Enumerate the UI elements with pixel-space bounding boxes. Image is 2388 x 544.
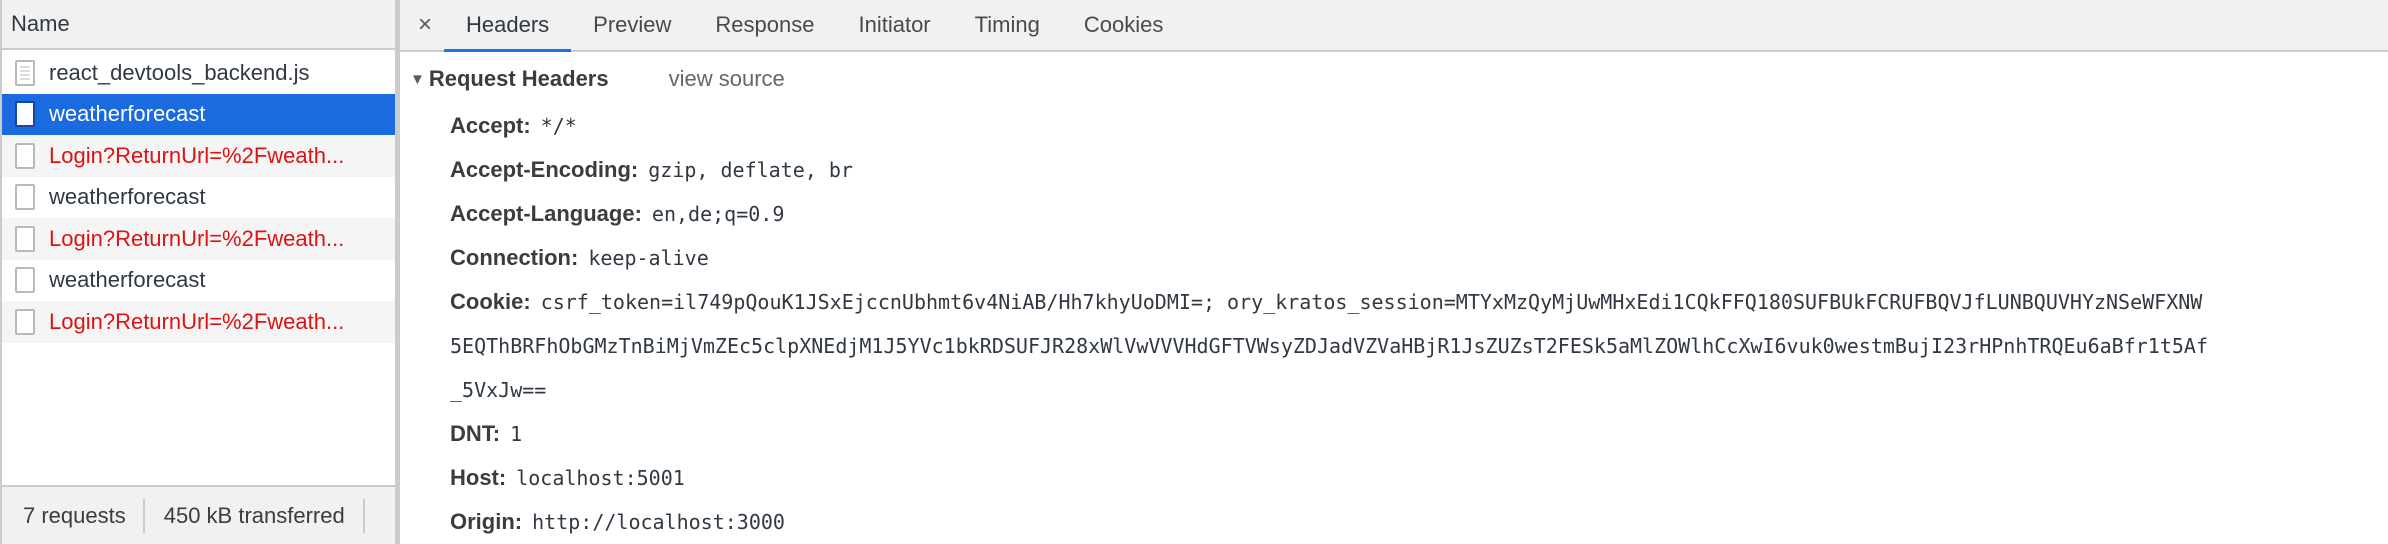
request-row[interactable]: Login?ReturnUrl=%2Fweath...	[2, 301, 395, 343]
header-value: http://localhost:3000	[532, 510, 785, 534]
header-value: en,de;q=0.9	[651, 202, 785, 226]
section-title: Request Headers	[428, 66, 609, 91]
header-row: Host: localhost:5001	[450, 456, 2388, 500]
cookie-value-continuation: _5VxJw==	[450, 378, 547, 402]
header-row: Accept-Language: en,de;q=0.9	[450, 192, 2388, 236]
tab-initiator[interactable]: Initiator	[836, 0, 952, 50]
request-count: 7 requests	[23, 502, 126, 528]
request-row[interactable]: weatherforecast	[2, 177, 395, 219]
header-key: Accept-Language:	[450, 201, 642, 226]
header-key: Origin:	[450, 509, 523, 534]
request-row[interactable]: react_devtools_backend.js	[2, 52, 395, 94]
header-row: Accept: */*	[450, 104, 2388, 148]
view-source-link[interactable]: view source	[669, 66, 785, 92]
document-file-icon	[15, 142, 35, 169]
header-value: 1	[510, 422, 523, 446]
status-divider	[362, 498, 365, 533]
header-row: Origin: http://localhost:3000	[450, 500, 2388, 544]
request-name: react_devtools_backend.js	[49, 59, 310, 85]
request-details-panel: × Headers Preview Response Initiator Tim…	[400, 0, 2388, 544]
tab-headers[interactable]: Headers	[444, 0, 572, 52]
requests-panel: Name react_devtools_backend.js weatherfo…	[0, 0, 395, 544]
requests-list: react_devtools_backend.js weatherforecas…	[2, 52, 395, 343]
name-column-label: Name	[11, 11, 70, 36]
request-row[interactable]: weatherforecast	[2, 260, 395, 302]
header-row: DNT: 1	[450, 412, 2388, 456]
request-row[interactable]: Login?ReturnUrl=%2Fweath...	[2, 135, 395, 177]
status-bar: 7 requests 450 kB transferred	[2, 485, 395, 544]
request-row[interactable]: Login?ReturnUrl=%2Fweath...	[2, 218, 395, 260]
document-file-icon	[15, 101, 35, 128]
name-column-header[interactable]: Name	[2, 0, 395, 50]
request-headers-section-header[interactable]: ▼ Request Headers view source	[400, 54, 2388, 104]
cookie-header-row: Cookie: csrf_token=il749pQouK1JSxEjccnUb…	[450, 280, 2388, 324]
header-value: csrf_token=il749pQouK1JSxEjccnUbhmt6v4Ni…	[540, 290, 2203, 314]
request-name: Login?ReturnUrl=%2Fweath...	[49, 142, 345, 168]
header-row: Accept-Encoding: gzip, deflate, br	[450, 148, 2388, 192]
tab-response[interactable]: Response	[693, 0, 836, 50]
header-key: Cookie:	[450, 289, 531, 314]
header-value: keep-alive	[588, 246, 709, 270]
cookie-value-continuation: 5EQThBRFhObGMzTnBiMjVmZEc5clpXNEdjM1J5YV…	[450, 334, 2208, 358]
header-key: Accept:	[450, 113, 531, 138]
header-row: Connection: keep-alive	[450, 236, 2388, 280]
request-name: weatherforecast	[49, 267, 206, 293]
transferred-size: 450 kB transferred	[163, 502, 345, 528]
document-file-icon	[15, 225, 35, 252]
header-value: gzip, deflate, br	[648, 158, 853, 182]
header-key: DNT:	[450, 421, 501, 446]
tab-preview[interactable]: Preview	[571, 0, 693, 50]
header-value: */*	[540, 114, 577, 138]
triangle-down-icon[interactable]: ▼	[410, 71, 425, 88]
document-file-icon	[15, 184, 35, 211]
tab-cookies[interactable]: Cookies	[1062, 0, 1185, 50]
tab-timing[interactable]: Timing	[953, 0, 1062, 50]
document-file-icon	[15, 308, 35, 335]
script-file-icon	[15, 59, 35, 86]
header-key: Accept-Encoding:	[450, 157, 639, 182]
request-name: weatherforecast	[49, 184, 206, 210]
details-tab-bar: × Headers Preview Response Initiator Tim…	[400, 0, 2388, 52]
header-key: Connection:	[450, 245, 579, 270]
request-name: Login?ReturnUrl=%2Fweath...	[49, 225, 345, 251]
request-name: weatherforecast	[49, 101, 206, 127]
document-file-icon	[15, 267, 35, 294]
request-headers-list: Accept: */* Accept-Encoding: gzip, defla…	[400, 104, 2388, 544]
request-name: Login?ReturnUrl=%2Fweath...	[49, 308, 345, 334]
header-key: Host:	[450, 465, 507, 490]
header-value: localhost:5001	[516, 466, 685, 490]
close-icon[interactable]: ×	[400, 0, 444, 50]
request-row-selected[interactable]: weatherforecast	[2, 93, 395, 135]
